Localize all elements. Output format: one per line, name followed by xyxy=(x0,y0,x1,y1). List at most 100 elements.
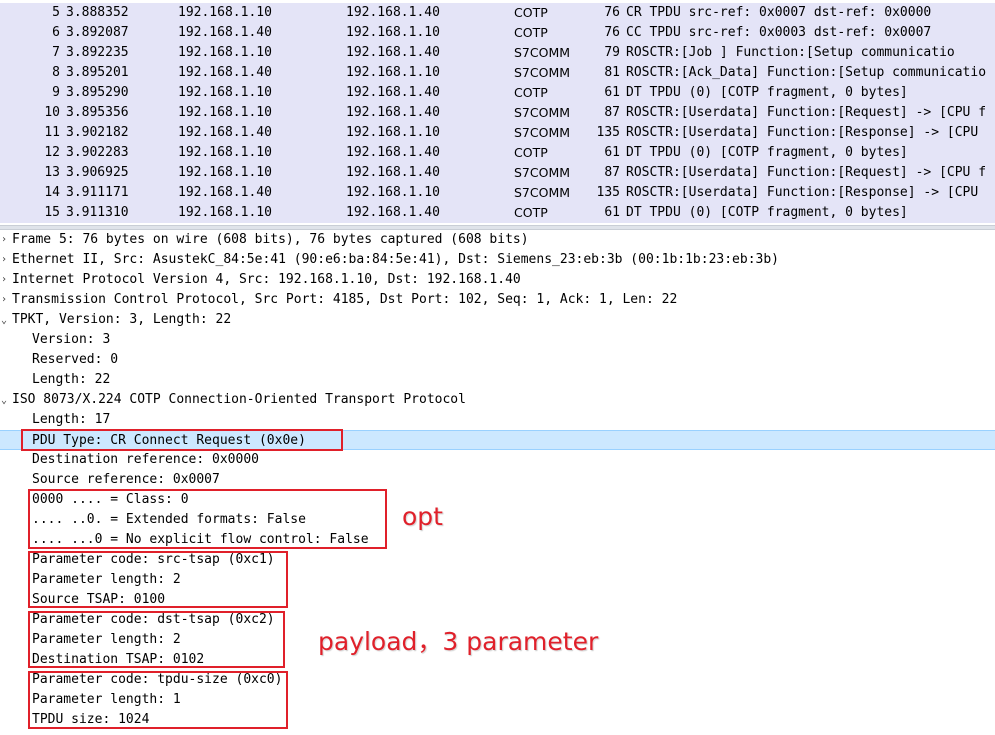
packet-time: 3.895356 xyxy=(66,105,129,120)
packet-info: ROSCTR:[Userdata] Function:[Response] ->… xyxy=(626,125,979,140)
annotation-opt: opt xyxy=(402,502,443,531)
chevron-down-icon[interactable]: ⌄ xyxy=(1,313,7,329)
packet-number: 5 xyxy=(52,5,60,20)
tree-row-text: Internet Protocol Version 4, Src: 192.16… xyxy=(12,272,521,287)
packet-number: 12 xyxy=(44,145,60,160)
packet-number: 14 xyxy=(44,185,60,200)
tree-section[interactable]: › Internet Protocol Version 4, Src: 192.1… xyxy=(0,270,995,290)
packet-number: 15 xyxy=(44,205,60,220)
tree-row-text: Length: 17 xyxy=(32,412,111,427)
packet-protocol: S7COMM xyxy=(514,45,571,60)
tree-section[interactable]: › Transmission Control Protocol, Src Port… xyxy=(0,290,995,310)
tree-section[interactable]: ⌄ TPKT, Version: 3, Length: 22 xyxy=(0,310,995,330)
packet-time: 3.892235 xyxy=(66,45,129,60)
packet-protocol: S7COMM xyxy=(514,65,571,80)
packet-destination: 192.168.1.40 xyxy=(346,105,440,120)
packet-source: 192.168.1.10 xyxy=(178,45,272,60)
tree-field[interactable]: Length: 17 xyxy=(0,410,995,430)
tree-row-text: TPKT, Version: 3, Length: 22 xyxy=(12,312,232,327)
chevron-right-icon[interactable]: › xyxy=(1,232,7,248)
tree-section[interactable]: ⌄ ISO 8073/X.224 COTP Connection-Oriented… xyxy=(0,390,995,410)
tree-field[interactable]: Destination reference: 0x0000 xyxy=(0,450,995,470)
packet-source: 192.168.1.10 xyxy=(178,165,272,180)
packet-time: 3.902182 xyxy=(66,125,129,140)
packet-length: 61 xyxy=(604,145,620,160)
packet-destination: 192.168.1.40 xyxy=(346,145,440,160)
packet-number: 9 xyxy=(52,85,60,100)
packet-row[interactable]: 13 3.906925 192.168.1.10 192.168.1.40 S7COMM… xyxy=(0,163,995,183)
packet-destination: 192.168.1.40 xyxy=(346,205,440,220)
packet-info: ROSCTR:[Userdata] Function:[Request] -> … xyxy=(626,105,987,120)
tree-field[interactable]: Version: 3 xyxy=(0,330,995,350)
packet-destination: 192.168.1.10 xyxy=(346,25,440,40)
packet-length: 61 xyxy=(604,85,620,100)
packet-protocol: COTP xyxy=(514,205,548,220)
packet-row[interactable]: 10 3.895356 192.168.1.10 192.168.1.40 S7COMM… xyxy=(0,103,995,123)
packet-length: 87 xyxy=(604,105,620,120)
chevron-right-icon[interactable]: › xyxy=(1,252,7,268)
packet-row[interactable]: 12 3.902283 192.168.1.10 192.168.1.40 COTP 61… xyxy=(0,143,995,163)
packet-length: 61 xyxy=(604,205,620,220)
packet-protocol: S7COMM xyxy=(514,125,571,140)
packet-time: 3.911171 xyxy=(66,185,129,200)
packet-info: DT TPDU (0) [COTP fragment, 0 bytes] xyxy=(626,85,908,100)
tree-row-text: Destination reference: 0x0000 xyxy=(32,452,259,467)
packet-row[interactable]: 5 3.888352 192.168.1.10 192.168.1.40 COTP 76 C… xyxy=(0,3,995,23)
packet-time: 3.892087 xyxy=(66,25,129,40)
packet-destination: 192.168.1.40 xyxy=(346,85,440,100)
packet-length: 76 xyxy=(604,25,620,40)
packet-row[interactable]: 15 3.911310 192.168.1.10 192.168.1.40 COTP 61… xyxy=(0,203,995,223)
tree-section[interactable]: › Ethernet II, Src: AsustekC_84:5e:41 (90… xyxy=(0,250,995,270)
chevron-right-icon[interactable]: › xyxy=(1,272,7,288)
packet-time: 3.902283 xyxy=(66,145,129,160)
packet-time: 3.895201 xyxy=(66,65,129,80)
packet-time: 3.906925 xyxy=(66,165,129,180)
packet-destination: 192.168.1.10 xyxy=(346,185,440,200)
annotation-payload: payload，3 parameter xyxy=(318,627,599,656)
packet-destination: 192.168.1.40 xyxy=(346,45,440,60)
packet-source: 192.168.1.10 xyxy=(178,145,272,160)
packet-source: 192.168.1.10 xyxy=(178,85,272,100)
packet-source: 192.168.1.10 xyxy=(178,105,272,120)
tree-row-text: Version: 3 xyxy=(32,332,111,347)
packet-info: ROSCTR:[Userdata] Function:[Request] -> … xyxy=(626,165,987,180)
tree-row-text: Reserved: 0 xyxy=(32,352,119,367)
packet-destination: 192.168.1.10 xyxy=(346,65,440,80)
packet-protocol: S7COMM xyxy=(514,165,571,180)
packet-length: 135 xyxy=(596,125,620,140)
packet-row[interactable]: 9 3.895290 192.168.1.10 192.168.1.40 COTP 61 D… xyxy=(0,83,995,103)
packet-protocol: COTP xyxy=(514,5,548,20)
packet-number: 8 xyxy=(52,65,60,80)
packet-row[interactable]: 7 3.892235 192.168.1.10 192.168.1.40 S7COMM 7… xyxy=(0,43,995,63)
packet-row[interactable]: 6 3.892087 192.168.1.40 192.168.1.10 COTP 76 C… xyxy=(0,23,995,43)
packet-row[interactable]: 14 3.911171 192.168.1.40 192.168.1.10 S7COMM… xyxy=(0,183,995,203)
packet-protocol: COTP xyxy=(514,145,548,160)
packet-row[interactable]: 8 3.895201 192.168.1.40 192.168.1.10 S7COMM 8… xyxy=(0,63,995,83)
annotation-box-dst-tsap xyxy=(28,611,285,668)
packet-source: 192.168.1.40 xyxy=(178,185,272,200)
packet-number: 6 xyxy=(52,25,60,40)
packet-number: 11 xyxy=(44,125,60,140)
tree-field[interactable]: Reserved: 0 xyxy=(0,350,995,370)
chevron-down-icon[interactable]: ⌄ xyxy=(1,393,7,409)
packet-length: 87 xyxy=(604,165,620,180)
chevron-right-icon[interactable]: › xyxy=(1,292,7,308)
annotation-box-pdu-type xyxy=(21,429,343,451)
tree-row-text: Length: 22 xyxy=(32,372,111,387)
tree-section[interactable]: › Frame 5: 76 bytes on wire (608 bits), 7… xyxy=(0,230,995,250)
tree-field[interactable]: Source reference: 0x0007 xyxy=(0,470,995,490)
packet-source: 192.168.1.40 xyxy=(178,25,272,40)
packet-protocol: COTP xyxy=(514,25,548,40)
packet-destination: 192.168.1.10 xyxy=(346,125,440,140)
packet-source: 192.168.1.40 xyxy=(178,65,272,80)
packet-list: 5 3.888352 192.168.1.10 192.168.1.40 COTP 76 C… xyxy=(0,0,995,225)
packet-protocol: S7COMM xyxy=(514,105,571,120)
annotation-box-tpdu-size xyxy=(28,671,288,729)
packet-source: 192.168.1.40 xyxy=(178,125,272,140)
packet-length: 135 xyxy=(596,185,620,200)
packet-number: 13 xyxy=(44,165,60,180)
tree-field[interactable]: Length: 22 xyxy=(0,370,995,390)
tree-row-text: Ethernet II, Src: AsustekC_84:5e:41 (90:… xyxy=(12,252,780,267)
packet-length: 79 xyxy=(604,45,620,60)
packet-row[interactable]: 11 3.902182 192.168.1.40 192.168.1.10 S7COMM… xyxy=(0,123,995,143)
